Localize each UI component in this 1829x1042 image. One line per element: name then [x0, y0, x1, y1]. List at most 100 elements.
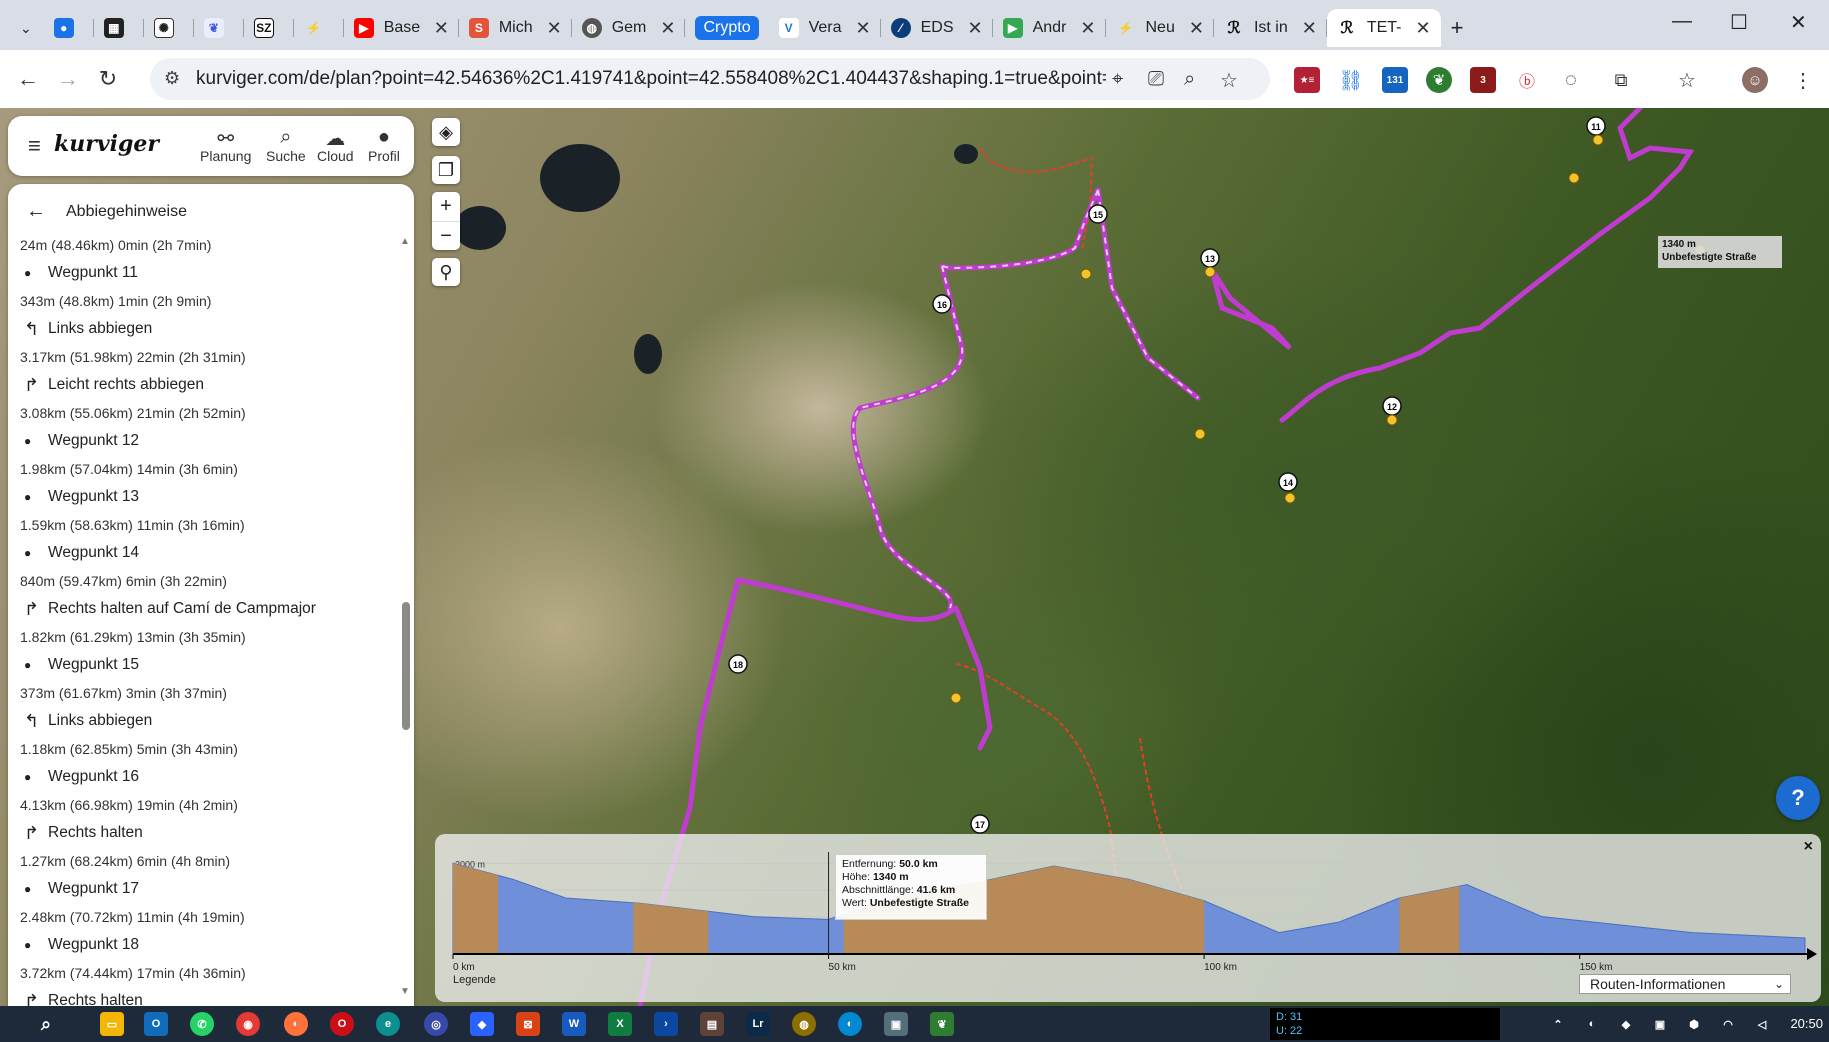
- clock[interactable]: 20:50: [1790, 1016, 1823, 1031]
- new-tab-button[interactable]: +: [1441, 9, 1474, 47]
- turn-distance[interactable]: 343m (48.8km) 1min (2h 9min): [20, 290, 390, 312]
- turn-distance[interactable]: 1.98km (57.04km) 14min (3h 6min): [20, 458, 390, 480]
- app-icon[interactable]: ◆: [470, 1012, 494, 1036]
- tab-openai[interactable]: ✺: [144, 9, 194, 47]
- install-app-icon[interactable]: ⎚: [1148, 68, 1164, 91]
- tray-icon[interactable]: ▣: [1648, 1012, 1672, 1036]
- scroll-up-icon[interactable]: ▲: [400, 236, 410, 247]
- extension-shield-badge-3[interactable]: 3: [1470, 67, 1496, 93]
- turn-distance[interactable]: 1.27km (68.24km) 6min (4h 8min): [20, 850, 390, 872]
- browser-menu-icon[interactable]: ⋮: [1790, 67, 1816, 93]
- zoom-in-button[interactable]: +: [432, 192, 460, 221]
- turn-instruction[interactable]: ● Wegpunkt 14: [20, 536, 390, 570]
- chevron-up-icon[interactable]: ⌃: [1546, 1012, 1570, 1036]
- locate-button[interactable]: ⚲: [432, 258, 460, 286]
- turn-instruction[interactable]: ● Wegpunkt 13: [20, 480, 390, 514]
- overlay-button[interactable]: ❐: [432, 156, 460, 184]
- tab-gem[interactable]: ◍ Gem ✕: [572, 9, 686, 47]
- scrollbar[interactable]: ▲ ▼: [400, 236, 410, 998]
- zoom-icon[interactable]: ⌕: [1184, 68, 1195, 91]
- nav-suche[interactable]: ⌕ Suche: [266, 126, 306, 164]
- tab-vera[interactable]: V Vera ✕: [769, 9, 881, 47]
- turn-distance[interactable]: 1.18km (62.85km) 5min (3h 43min): [20, 738, 390, 760]
- scroll-down-icon[interactable]: ▼: [400, 986, 410, 997]
- link-icon[interactable]: ⛓: [1338, 67, 1364, 93]
- hamburger-menu-icon[interactable]: ≡: [28, 133, 41, 159]
- tray-icon[interactable]: ⬢: [1682, 1012, 1706, 1036]
- close-tab-icon[interactable]: ✕: [856, 18, 871, 39]
- volume-icon[interactable]: ◁: [1750, 1012, 1774, 1036]
- tab-tet-active[interactable]: ℛ TET- ✕: [1326, 9, 1441, 47]
- reload-button[interactable]: ↻: [88, 59, 128, 99]
- turn-distance[interactable]: 1.82km (61.29km) 13min (3h 35min): [20, 626, 390, 648]
- route-info-select[interactable]: Routen-Informationen ⌄: [1579, 974, 1791, 994]
- lightroom-icon[interactable]: Lr: [746, 1012, 770, 1036]
- address-bar[interactable]: ⚙ kurviger.com/de/plan?point=42.54636%2C…: [150, 58, 1270, 100]
- tab-andr[interactable]: ▶ Andr ✕: [993, 9, 1106, 47]
- whatsapp-icon[interactable]: ✆: [190, 1012, 214, 1036]
- tab-lightning[interactable]: ⚡: [294, 9, 344, 47]
- app-icon[interactable]: ◐: [838, 1012, 862, 1036]
- edge-icon[interactable]: e: [376, 1012, 400, 1036]
- outlook-icon[interactable]: O: [144, 1012, 168, 1036]
- turn-instruction[interactable]: ↱ Rechts halten: [20, 816, 390, 850]
- nav-planung[interactable]: ⚯ Planung: [200, 126, 251, 164]
- turn-instruction[interactable]: ● Wegpunkt 17: [20, 872, 390, 906]
- nav-cloud[interactable]: ☁ Cloud: [317, 126, 354, 164]
- elevation-chart[interactable]: 2000 m1500 m1000 m500 m0 km50 km100 km15…: [435, 834, 1821, 972]
- app-icon[interactable]: ▤: [700, 1012, 724, 1036]
- turn-distance[interactable]: 840m (59.47km) 6min (3h 22min): [20, 570, 390, 592]
- close-tab-icon[interactable]: ✕: [1302, 18, 1317, 39]
- turn-instruction[interactable]: ● Wegpunkt 15: [20, 648, 390, 682]
- via-points[interactable]: [950, 134, 1706, 704]
- layers-button[interactable]: ◈: [432, 118, 460, 146]
- turn-distance[interactable]: 2.48km (70.72km) 11min (4h 19min): [20, 906, 390, 928]
- excel-icon[interactable]: X: [608, 1012, 632, 1036]
- tray-icon[interactable]: ◆: [1614, 1012, 1638, 1036]
- word-icon[interactable]: W: [562, 1012, 586, 1036]
- location-icon[interactable]: ⌖: [1112, 68, 1123, 91]
- tab-person[interactable]: ●: [44, 9, 94, 47]
- legend-label[interactable]: Legende: [453, 974, 496, 986]
- extension-red-icon[interactable]: ⓑ: [1514, 67, 1540, 93]
- tab-bird[interactable]: ❦: [194, 9, 244, 47]
- tab-search-dropdown[interactable]: ⌄: [8, 9, 44, 47]
- site-settings-icon[interactable]: ⚙: [164, 68, 180, 89]
- tab-pinned-1[interactable]: ▦: [94, 9, 144, 47]
- turn-instruction[interactable]: ↱ Rechts halten: [20, 984, 390, 1007]
- turn-distance[interactable]: 4.13km (66.98km) 19min (4h 2min): [20, 794, 390, 816]
- terminal-icon[interactable]: ›: [654, 1012, 678, 1036]
- close-window-icon[interactable]: ✕: [1790, 10, 1807, 35]
- bookmark-star-icon[interactable]: ☆: [1220, 68, 1238, 93]
- help-button[interactable]: ?: [1776, 776, 1820, 820]
- turn-instruction[interactable]: ● Wegpunkt 16: [20, 760, 390, 794]
- flag-us-icon[interactable]: ★≡: [1294, 67, 1320, 93]
- tab-eds[interactable]: ⁄ EDS ✕: [881, 9, 993, 47]
- scrollbar-thumb[interactable]: [402, 602, 410, 730]
- close-tab-icon[interactable]: ✕: [1189, 18, 1204, 39]
- firefox-icon[interactable]: ◐: [284, 1012, 308, 1036]
- turn-instruction[interactable]: ● Wegpunkt 18: [20, 928, 390, 962]
- waypoint-markers[interactable]: 11 12 13 14 15 16 17 18: [728, 116, 1606, 834]
- turn-distance[interactable]: 3.72km (74.44km) 17min (4h 36min): [20, 962, 390, 984]
- back-arrow-icon[interactable]: ←: [26, 200, 46, 223]
- opera-icon[interactable]: O: [330, 1012, 354, 1036]
- turn-instruction[interactable]: ↱ Leicht rechts abbiegen: [20, 368, 390, 402]
- turn-distance[interactable]: 3.17km (51.98km) 22min (2h 31min): [20, 346, 390, 368]
- turn-instruction[interactable]: ↱ Rechts halten auf Camí de Campmajor: [20, 592, 390, 626]
- url-text[interactable]: kurviger.com/de/plan?point=42.54636%2C1.…: [196, 68, 1106, 90]
- app-icon[interactable]: ❦: [930, 1012, 954, 1036]
- bookmarks-star-icon[interactable]: ☆: [1674, 67, 1700, 93]
- turn-instruction[interactable]: ↰ Links abbiegen: [20, 312, 390, 346]
- app-icon[interactable]: ▣: [884, 1012, 908, 1036]
- nav-profil[interactable]: ● Profil: [368, 126, 400, 164]
- profile-avatar[interactable]: ☺: [1742, 67, 1768, 93]
- wifi-icon[interactable]: ◠: [1716, 1012, 1740, 1036]
- forward-button[interactable]: →: [48, 59, 88, 99]
- minimize-icon[interactable]: —: [1672, 10, 1692, 33]
- tab-mich[interactable]: S Mich ✕: [459, 9, 572, 47]
- app-icon[interactable]: ◎: [424, 1012, 448, 1036]
- turn-instruction[interactable]: ↰ Links abbiegen: [20, 704, 390, 738]
- maximize-icon[interactable]: ☐: [1730, 10, 1748, 35]
- turn-distance[interactable]: 3.08km (55.06km) 21min (2h 52min): [20, 402, 390, 424]
